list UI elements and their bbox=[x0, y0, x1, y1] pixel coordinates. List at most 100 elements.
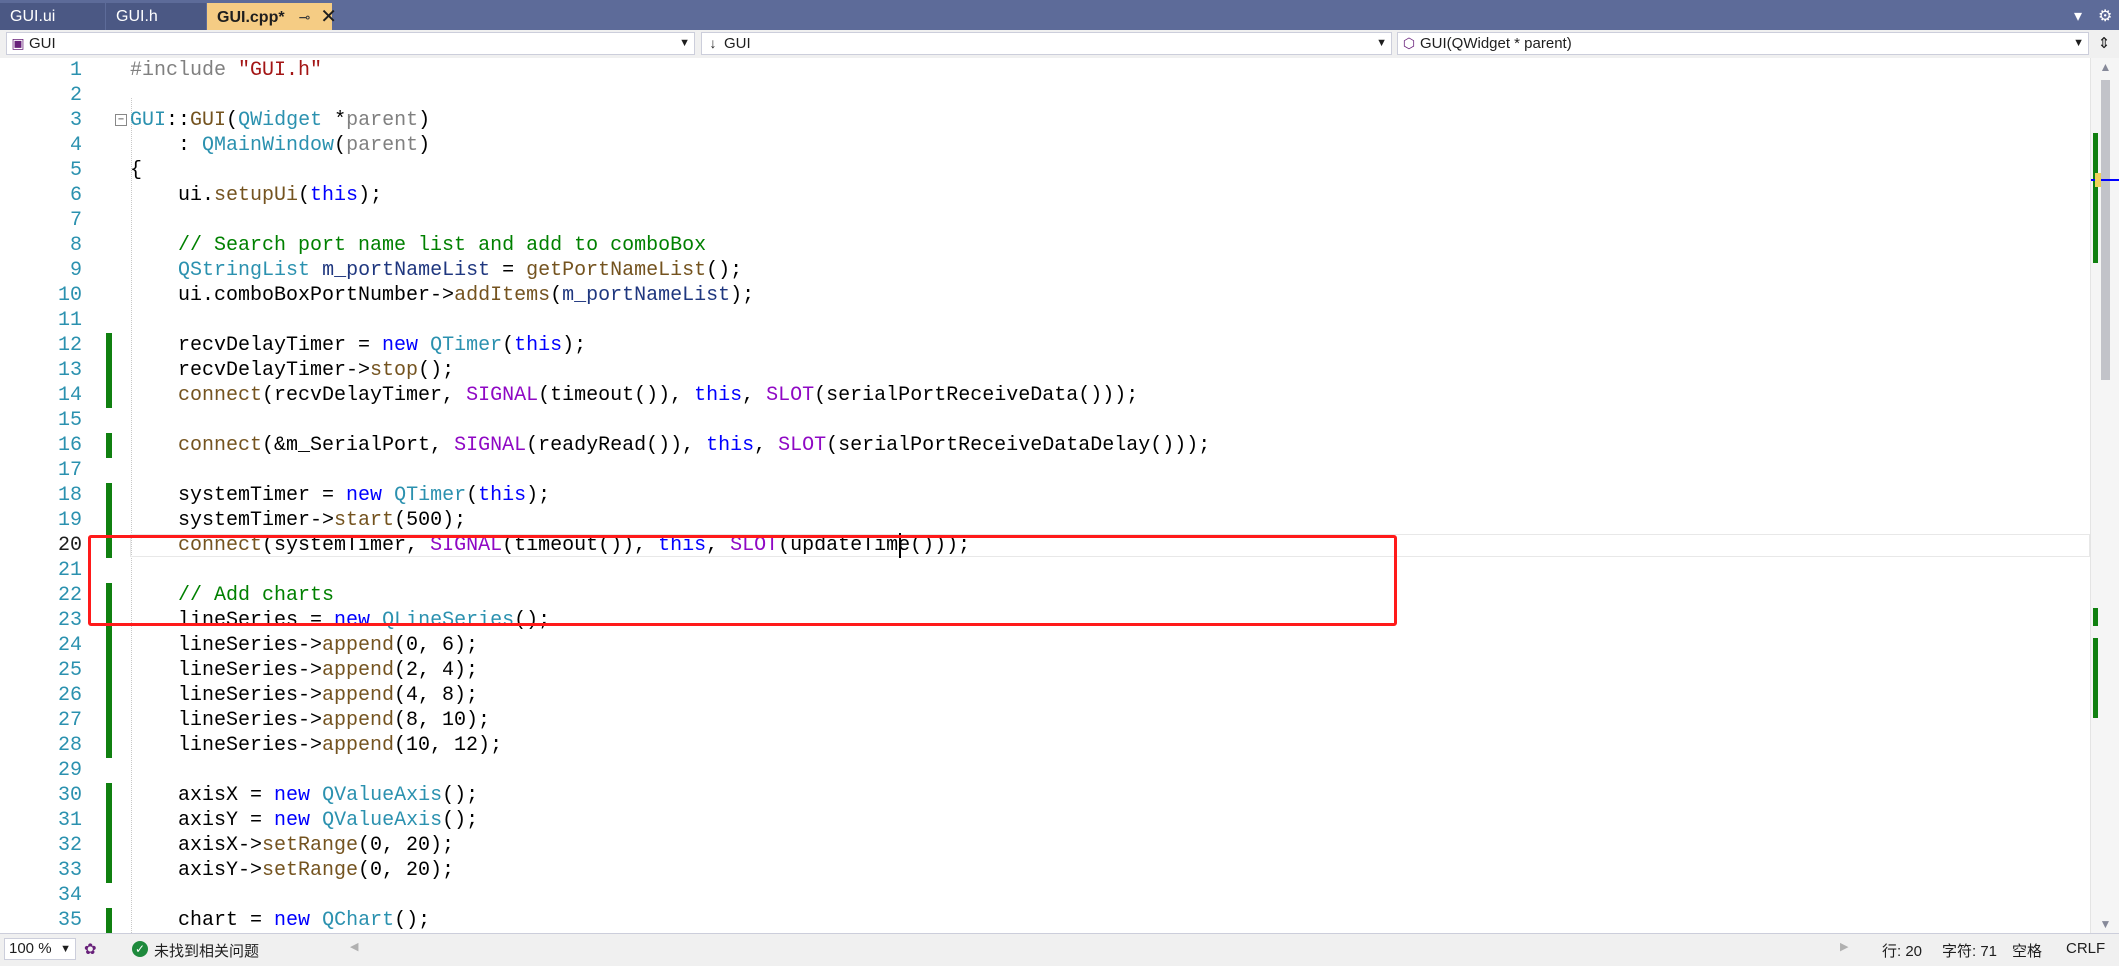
zoom-value: 100 % bbox=[9, 940, 52, 957]
check-icon: ✓ bbox=[132, 941, 148, 957]
project-dropdown[interactable]: ▣ GUI ▼ bbox=[6, 32, 695, 55]
line-number: 22 bbox=[57, 584, 82, 607]
whitespace-indicator[interactable]: 空格 bbox=[2012, 940, 2042, 961]
scope-value: GUI bbox=[724, 35, 751, 52]
tab-list-dropdown-icon[interactable]: ▾ bbox=[2074, 3, 2082, 30]
tab-label: GUI.h bbox=[116, 8, 158, 25]
change-marker bbox=[106, 858, 112, 883]
code-line[interactable]: 4 : QMainWindow(parent) bbox=[0, 133, 2090, 158]
code-line[interactable]: 33 axisY->setRange(0, 20); bbox=[0, 858, 2090, 883]
scroll-right-icon[interactable]: ▶ bbox=[1840, 940, 1848, 953]
line-number: 18 bbox=[57, 484, 82, 507]
line-indicator: 行: 20 bbox=[1882, 943, 1923, 960]
scroll-left-icon[interactable]: ◀ bbox=[350, 940, 358, 953]
tab-gui-cpp[interactable]: GUI.cpp* ⊸ ✕ bbox=[207, 3, 337, 30]
code-text: axisY = new QValueAxis(); bbox=[130, 809, 479, 832]
code-line[interactable]: 8 // Search port name list and add to co… bbox=[0, 233, 2090, 258]
code-line[interactable]: 32 axisX->setRange(0, 20); bbox=[0, 833, 2090, 858]
code-line[interactable]: 11 bbox=[0, 308, 2090, 333]
change-marker bbox=[106, 783, 112, 808]
settings-icon[interactable]: ⚙ bbox=[2098, 3, 2112, 30]
code-line[interactable]: 15 bbox=[0, 408, 2090, 433]
change-marker bbox=[106, 508, 112, 533]
line-number: 27 bbox=[57, 709, 82, 732]
code-line[interactable]: 26 lineSeries->append(4, 8); bbox=[0, 683, 2090, 708]
line-number: 26 bbox=[57, 684, 82, 707]
method-cube-icon: ⬡ bbox=[1402, 35, 1416, 51]
code-line[interactable]: 25 lineSeries->append(2, 4); bbox=[0, 658, 2090, 683]
line-ending-indicator[interactable]: CRLF bbox=[2066, 940, 2105, 957]
scope-dropdown[interactable]: ↓ GUI ▼ bbox=[701, 32, 1392, 55]
code-line[interactable]: 6 ui.setupUi(this); bbox=[0, 183, 2090, 208]
project-value: GUI bbox=[29, 35, 56, 52]
code-line[interactable]: 35 chart = new QChart(); bbox=[0, 908, 2090, 933]
change-marker bbox=[106, 708, 112, 733]
code-text: systemTimer = new QTimer(this); bbox=[130, 484, 551, 507]
vertical-scrollbar[interactable]: ▲ ▼ bbox=[2090, 58, 2119, 933]
code-line[interactable]: 13 recvDelayTimer->stop(); bbox=[0, 358, 2090, 383]
line-number: 2 bbox=[69, 84, 82, 107]
code-line[interactable]: 10 ui.comboBoxPortNumber->addItems(m_por… bbox=[0, 283, 2090, 308]
scrollbar-thumb[interactable] bbox=[2101, 80, 2110, 380]
char-indicator: 字符: 71 bbox=[1942, 943, 1998, 960]
tab-gui-h[interactable]: GUI.h bbox=[106, 3, 206, 30]
code-text: // Search port name list and add to comb… bbox=[178, 234, 707, 257]
code-line[interactable]: 5{ bbox=[0, 158, 2090, 183]
line-number: 24 bbox=[57, 634, 82, 657]
code-line[interactable]: 29 bbox=[0, 758, 2090, 783]
zoom-dropdown[interactable]: 100 % ▼ bbox=[4, 938, 76, 960]
member-value: GUI(QWidget * parent) bbox=[1420, 35, 1572, 52]
code-line[interactable]: 28 lineSeries->append(10, 12); bbox=[0, 733, 2090, 758]
close-icon[interactable]: ✕ bbox=[320, 6, 337, 28]
project-icon: ▣ bbox=[11, 35, 25, 51]
change-marker bbox=[106, 483, 112, 508]
line-number: 30 bbox=[57, 784, 82, 807]
line-number: 23 bbox=[57, 609, 82, 632]
code-line[interactable]: 27 lineSeries->append(8, 10); bbox=[0, 708, 2090, 733]
code-line[interactable]: 14 connect(recvDelayTimer, SIGNAL(timeou… bbox=[0, 383, 2090, 408]
collapse-icon[interactable]: − bbox=[115, 114, 127, 126]
code-line[interactable]: 2 bbox=[0, 83, 2090, 108]
line-number: 21 bbox=[57, 559, 82, 582]
code-editor[interactable]: 1 #include "GUI.h" 2 3 − GUI::GUI(QWidget *pa… bbox=[0, 58, 2090, 933]
code-text: recvDelayTimer = new QTimer(this); bbox=[130, 334, 587, 357]
line-number: 14 bbox=[57, 384, 82, 407]
code-text: lineSeries->append(10, 12); bbox=[130, 734, 503, 757]
code-line[interactable]: 30 axisX = new QValueAxis(); bbox=[0, 783, 2090, 808]
line-number: 4 bbox=[69, 134, 82, 157]
tab-label: GUI.ui bbox=[10, 8, 56, 25]
red-annotation-box bbox=[88, 535, 1397, 626]
code-line[interactable]: 16 connect(&m_SerialPort, SIGNAL(readyRe… bbox=[0, 433, 2090, 458]
code-text: connect(recvDelayTimer, SIGNAL(timeout()… bbox=[178, 384, 1139, 407]
code-line[interactable]: 1 #include "GUI.h" bbox=[0, 58, 2090, 83]
line-number: 9 bbox=[69, 259, 82, 282]
code-line[interactable]: 12 recvDelayTimer = new QTimer(this); bbox=[0, 333, 2090, 358]
line-number: 34 bbox=[57, 884, 82, 907]
code-text: #include "GUI.h" bbox=[130, 59, 323, 82]
code-line[interactable]: 34 bbox=[0, 883, 2090, 908]
member-dropdown[interactable]: ⬡ GUI(QWidget * parent) ▼ bbox=[1397, 32, 2089, 55]
code-line[interactable]: 7 bbox=[0, 208, 2090, 233]
split-window-icon[interactable]: ⇕ bbox=[2095, 32, 2113, 55]
code-text: { bbox=[130, 159, 143, 182]
code-line[interactable]: 18 systemTimer = new QTimer(this); bbox=[0, 483, 2090, 508]
line-number: 6 bbox=[69, 184, 82, 207]
change-marker bbox=[106, 358, 112, 383]
scope-arrow-icon: ↓ bbox=[709, 35, 717, 51]
unsaved-marker bbox=[2095, 173, 2101, 187]
scroll-up-icon[interactable]: ▲ bbox=[2091, 60, 2119, 74]
issues-status[interactable]: 未找到相关问题 bbox=[154, 940, 259, 961]
code-line[interactable]: 24 lineSeries->append(0, 6); bbox=[0, 633, 2090, 658]
line-number: 16 bbox=[57, 434, 82, 457]
code-line[interactable]: 17 bbox=[0, 458, 2090, 483]
change-map-marker bbox=[2093, 133, 2098, 263]
code-line[interactable]: 9 QStringList m_portNameList = getPortNa… bbox=[0, 258, 2090, 283]
pin-icon[interactable]: ⊸ bbox=[299, 9, 311, 25]
tab-gui-ui[interactable]: GUI.ui bbox=[0, 3, 105, 30]
code-line[interactable]: 31 axisY = new QValueAxis(); bbox=[0, 808, 2090, 833]
intellisense-icon[interactable]: ✿ bbox=[84, 940, 97, 958]
code-line[interactable]: 19 systemTimer->start(500); bbox=[0, 508, 2090, 533]
scroll-down-icon[interactable]: ▼ bbox=[2091, 917, 2119, 931]
line-number: 10 bbox=[57, 284, 82, 307]
code-line[interactable]: 3 − GUI::GUI(QWidget *parent) bbox=[0, 108, 2090, 133]
